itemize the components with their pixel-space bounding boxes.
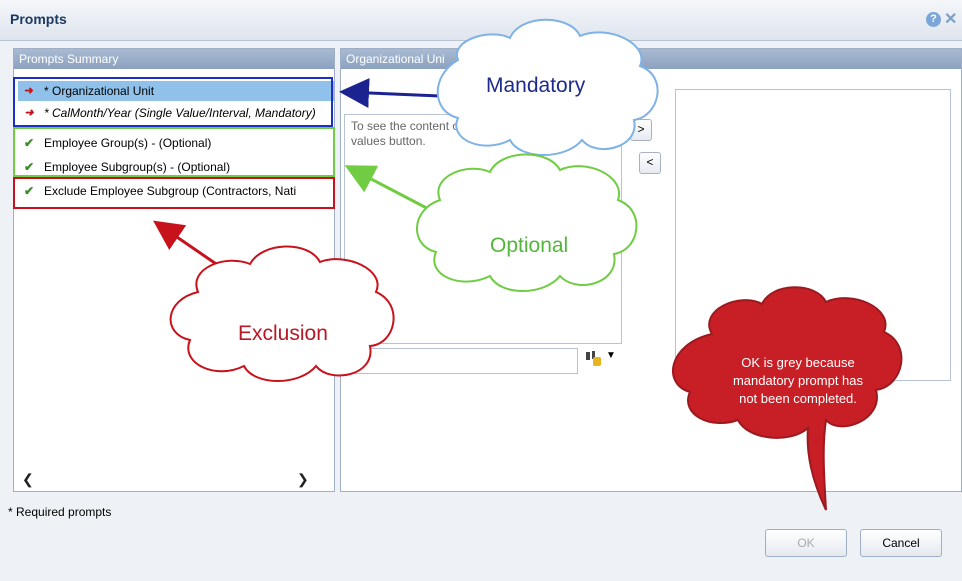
scroll-right-button[interactable]: ❯ bbox=[297, 471, 309, 488]
prompt-row-organizational-unit[interactable]: ➜ * Organizational Unit bbox=[18, 81, 334, 101]
optional-callout-text: Optional bbox=[490, 234, 569, 257]
mandatory-arrow-icon: ➜ bbox=[24, 85, 34, 97]
check-icon: ✔ bbox=[23, 136, 35, 150]
prompt-label: Employee Subgroup(s) - (Optional) bbox=[44, 160, 231, 174]
mandatory-arrow-icon: ➜ bbox=[24, 107, 34, 119]
title-bar: Prompts ? ✕ bbox=[0, 0, 962, 41]
prompt-row-exclude-subgroup[interactable]: ✔ Exclude Employee Subgroup (Contractors… bbox=[18, 181, 334, 201]
cancel-button[interactable]: Cancel bbox=[860, 529, 942, 557]
prompt-row-employee-groups[interactable]: ✔ Employee Group(s) - (Optional) bbox=[18, 133, 334, 153]
prompts-summary-header: Prompts Summary bbox=[14, 49, 334, 69]
close-icon[interactable]: ✕ bbox=[944, 9, 957, 29]
ok-note-callout-text: OK is grey because mandatory prompt has … bbox=[732, 355, 864, 406]
prompts-summary-panel: Prompts Summary ➜ * Organizational Unit … bbox=[13, 48, 335, 492]
binoculars-icon[interactable] bbox=[584, 349, 602, 367]
remove-button[interactable]: < bbox=[639, 152, 661, 174]
prompt-row-calmonth[interactable]: ➜ * CalMonth/Year (Single Value/Interval… bbox=[18, 103, 334, 123]
scroll-left-button[interactable]: ❮ bbox=[22, 471, 34, 488]
ok-button[interactable]: OK bbox=[765, 529, 847, 557]
prompt-label: Exclude Employee Subgroup (Contractors, … bbox=[44, 184, 297, 198]
selected-values-list[interactable] bbox=[675, 89, 951, 381]
add-button[interactable]: > bbox=[630, 119, 652, 141]
search-input[interactable] bbox=[344, 348, 578, 374]
required-prompts-note: * Required prompts bbox=[8, 505, 112, 519]
available-values-list[interactable]: To see the content of the list, click th… bbox=[344, 114, 622, 344]
prompts-dialog: Prompts ? ✕ Prompts Summary ➜ * Organiza… bbox=[0, 0, 962, 581]
prompt-label: * Organizational Unit bbox=[44, 84, 155, 98]
prompt-label: * CalMonth/Year (Single Value/Interval, … bbox=[44, 106, 316, 120]
prompt-row-employee-subgroups[interactable]: ✔ Employee Subgroup(s) - (Optional) bbox=[18, 157, 334, 177]
check-icon: ✔ bbox=[23, 184, 35, 198]
exclusion-callout-text: Exclusion bbox=[238, 322, 328, 345]
help-icon[interactable]: ? bbox=[926, 12, 941, 27]
mandatory-callout-text: Mandatory bbox=[486, 74, 586, 97]
prompt-label: Employee Group(s) - (Optional) bbox=[44, 136, 212, 150]
values-panel-header: Organizational Uni bbox=[341, 49, 961, 69]
dropdown-icon[interactable]: ▼ bbox=[606, 350, 616, 361]
dialog-title: Prompts bbox=[10, 11, 67, 27]
check-icon: ✔ bbox=[23, 160, 35, 174]
content-hint: To see the content of the list, click th… bbox=[351, 119, 596, 148]
